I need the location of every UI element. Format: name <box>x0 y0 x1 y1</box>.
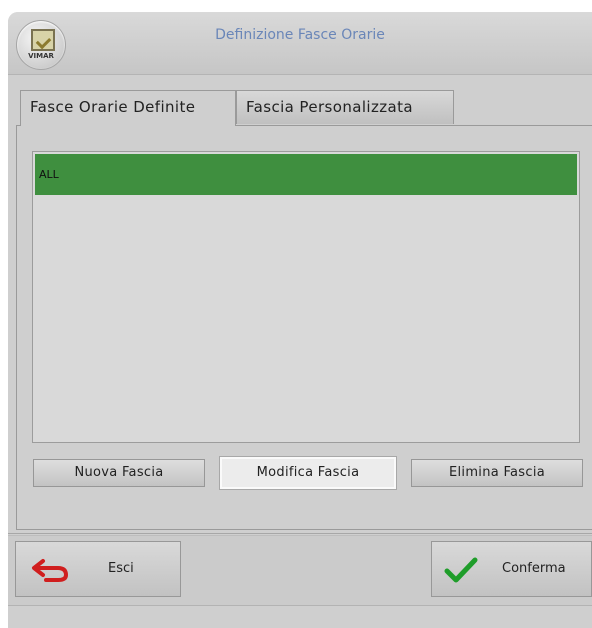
back-arrow-icon <box>30 557 70 583</box>
title-bar: VIMAR Definizione Fasce Orarie <box>8 12 592 75</box>
edit-band-button[interactable]: Modifica Fascia <box>220 457 396 489</box>
window-title: Definizione Fasce Orarie <box>215 27 385 43</box>
logo-text: VIMAR <box>28 52 54 60</box>
delete-band-button[interactable]: Elimina Fascia <box>411 459 583 487</box>
new-band-button[interactable]: Nuova Fascia <box>33 459 205 487</box>
confirm-label: Conferma <box>502 561 566 576</box>
status-strip <box>8 605 592 628</box>
exit-button[interactable]: Esci <box>15 541 181 597</box>
tab-fasce-orarie-definite[interactable]: Fasce Orarie Definite <box>20 90 236 126</box>
tab-fascia-personalizzata[interactable]: Fascia Personalizzata <box>236 90 454 124</box>
dialog-window: VIMAR Definizione Fasce Orarie Fasce Ora… <box>8 12 592 628</box>
list-item[interactable]: ALL <box>35 154 577 195</box>
confirm-button[interactable]: Conferma <box>431 541 592 597</box>
exit-label: Esci <box>108 561 134 576</box>
time-band-list[interactable]: ALL <box>32 151 580 443</box>
checkmark-icon <box>444 556 478 584</box>
footer-bar: Esci Conferma <box>8 535 592 606</box>
footer-separator <box>8 533 592 534</box>
